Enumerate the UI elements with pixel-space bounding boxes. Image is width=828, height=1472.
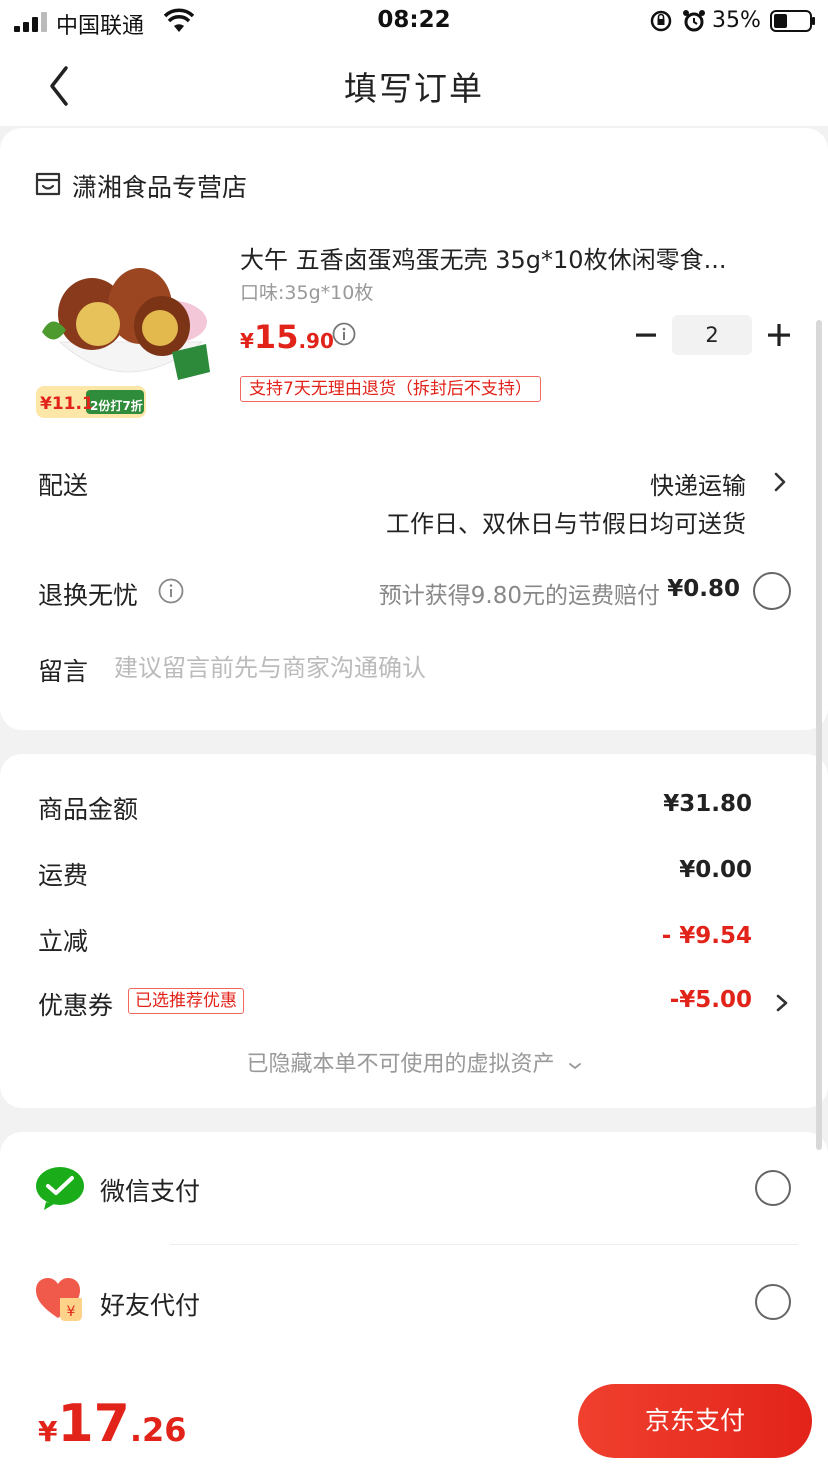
return-insurance-price: ¥0.80	[667, 576, 740, 602]
return-insurance-description: 预计获得9.80元的运费赔付	[378, 583, 660, 609]
price-summary-card: 商品金额 ¥31.80 运费 ¥0.00 立减 - ¥9.54 优惠券 已选推荐…	[0, 754, 828, 1108]
payment-label-wechat: 微信支付	[100, 1177, 201, 1206]
goods-amount-value: ¥31.80	[663, 791, 752, 817]
discount-label: 立减	[38, 927, 89, 956]
product-title[interactable]: 大午 五香卤蛋鸡蛋无壳 35g*10枚休闲零食...	[240, 240, 780, 275]
product-price: ¥15.90	[240, 318, 334, 356]
total-decimal: .26	[129, 1411, 187, 1449]
remark-input[interactable]	[114, 648, 774, 688]
coupon-label[interactable]: 优惠券	[38, 986, 113, 1022]
return-insurance-radio[interactable]	[753, 572, 791, 610]
product-image[interactable]: ¥11.1 2份打7折	[32, 252, 220, 424]
coupon-tag[interactable]: 已选推荐优惠	[128, 988, 244, 1014]
nav-bar: 填写订单	[0, 44, 828, 126]
shipping-label: 运费	[38, 861, 89, 890]
wechat-pay-icon	[36, 1167, 84, 1210]
chevron-down-icon	[568, 1063, 581, 1070]
price-decimal: .90	[298, 329, 334, 353]
price-info-icon[interactable]	[332, 322, 356, 346]
product-spec[interactable]: 口味:35g*10枚	[240, 278, 373, 305]
quantity-increase-button[interactable]	[762, 318, 796, 352]
price-currency: ¥	[240, 329, 254, 353]
coupon-value[interactable]: -¥5.00	[670, 987, 752, 1013]
info-icon[interactable]	[158, 578, 184, 604]
order-item-card: 潇湘食品专营店 ¥11.1 2份打7折 大午 五香卤蛋鸡蛋无壳 35g*10枚休…	[0, 128, 828, 730]
page-title: 填写订单	[344, 69, 484, 108]
status-bar: 中国联通 08:22 35%	[0, 0, 828, 44]
chevron-right-icon[interactable]	[772, 468, 788, 496]
total-price: ¥17.26	[38, 1394, 187, 1454]
total-integer: 17	[57, 1394, 130, 1454]
rotation-lock-icon	[650, 10, 672, 32]
bottom-checkout-bar: ¥17.26 京东支付	[0, 1372, 828, 1472]
alarm-icon	[683, 10, 705, 32]
quantity-decrease-button[interactable]	[630, 318, 664, 352]
remark-label: 留言	[38, 657, 89, 686]
goods-amount-label: 商品金额	[38, 795, 139, 824]
image-badge-price: ¥11.1	[40, 394, 94, 414]
total-currency: ¥	[38, 1415, 58, 1448]
scrollbar[interactable]	[816, 320, 822, 1150]
svg-text:¥: ¥	[67, 1304, 76, 1320]
quantity-input[interactable]: 2	[672, 315, 752, 355]
payment-radio-friend[interactable]	[755, 1284, 791, 1320]
return-insurance-label: 退换无忧	[38, 581, 139, 610]
return-policy-tag: 支持7天无理由退货（拆封后不支持）	[240, 376, 541, 402]
payment-radio-wechat[interactable]	[755, 1170, 791, 1206]
submit-payment-button[interactable]: 京东支付	[578, 1384, 812, 1458]
price-integer: 15	[253, 318, 299, 356]
payment-methods-card: 微信支付 ¥ 好友代付	[0, 1132, 828, 1372]
payment-option-friend[interactable]: ¥ 好友代付	[0, 1246, 828, 1358]
hidden-assets-toggle[interactable]: 已隐藏本单不可使用的虚拟资产	[0, 1046, 828, 1078]
chevron-right-icon[interactable]	[774, 990, 790, 1016]
shop-name[interactable]: 潇湘食品专营店	[72, 168, 247, 204]
hidden-assets-text: 已隐藏本单不可使用的虚拟资产	[246, 1052, 555, 1077]
store-icon	[35, 172, 61, 196]
discount-value: - ¥9.54	[661, 923, 752, 949]
delivery-method[interactable]: 快递运输	[650, 466, 746, 501]
payment-label-friend: 好友代付	[100, 1291, 201, 1320]
battery-icon	[770, 10, 815, 32]
divider	[170, 1244, 798, 1245]
shipping-value: ¥0.00	[679, 857, 752, 883]
delivery-note: 工作日、双休日与节假日均可送货	[386, 510, 746, 538]
payment-option-wechat[interactable]: 微信支付	[0, 1132, 828, 1245]
delivery-label: 配送	[38, 471, 89, 500]
friend-pay-icon: ¥	[36, 1278, 82, 1321]
battery-percentage: 35%	[712, 8, 761, 33]
image-badge-text: 2份打7折	[90, 399, 143, 413]
